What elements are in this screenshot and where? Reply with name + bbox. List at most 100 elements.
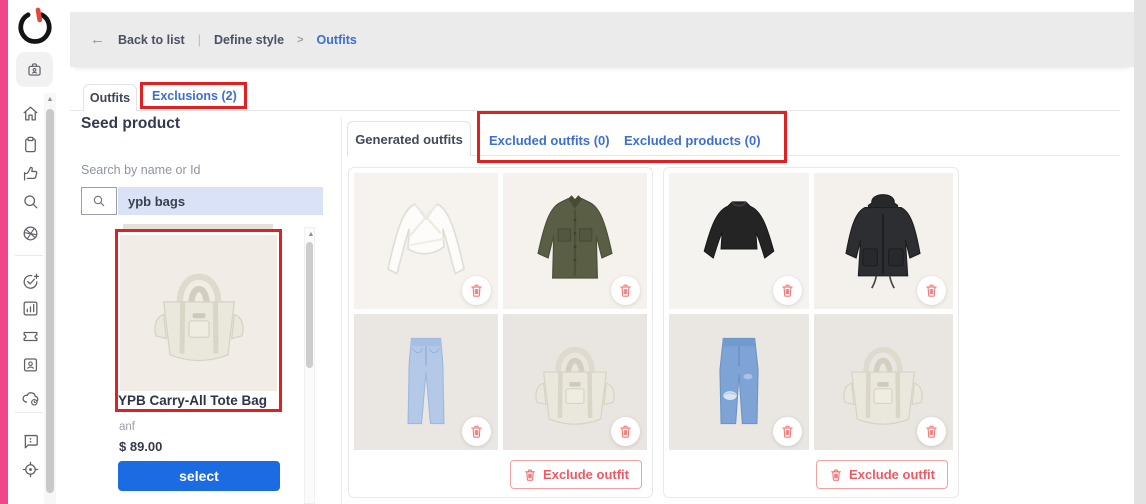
- seed-product-image[interactable]: [120, 235, 277, 391]
- trash-icon: [780, 424, 795, 439]
- search-icon: [21, 192, 40, 211]
- sidebar-item-reports[interactable]: [19, 297, 41, 319]
- breadcrumb: ← Back to list | Define style > Outfits: [90, 31, 357, 48]
- outfit-card: Exclude outfit: [348, 167, 653, 498]
- accent-strip: [0, 0, 8, 504]
- outfit-item-olive-shirt-jacket: [503, 173, 647, 309]
- remove-item-button[interactable]: [611, 276, 640, 305]
- sidebar-item-recommendations[interactable]: [19, 162, 41, 184]
- previous-list-item: [123, 224, 273, 232]
- outfit-items-grid: [669, 173, 953, 450]
- contact-card-icon: [21, 355, 40, 374]
- breadcrumb-back-link[interactable]: Back to list: [118, 33, 185, 47]
- chart-icon: [21, 299, 40, 318]
- trash-icon: [618, 283, 633, 298]
- seed-product-name: YPB Carry-All Tote Bag: [118, 393, 282, 408]
- olive-shirt-jacket-image: [519, 184, 631, 296]
- sidebar-item-home[interactable]: [19, 102, 41, 124]
- select-button[interactable]: select: [118, 461, 280, 491]
- sidebar-item-explore[interactable]: [19, 222, 41, 244]
- trash-icon: [469, 424, 484, 439]
- trash-icon: [924, 283, 939, 298]
- sidebar-item-search[interactable]: [19, 190, 41, 212]
- light-blue-jeans-image: [370, 325, 482, 437]
- outfit-item-cream-tote-bag: [814, 314, 954, 450]
- header-band: ← Back to list | Define style > Outfits: [70, 12, 1134, 67]
- remove-item-button[interactable]: [611, 417, 640, 446]
- page-margin: [1134, 0, 1146, 504]
- outfit-item-cream-tote-bag: [503, 314, 647, 450]
- scroll-up-icon[interactable]: ▲: [44, 95, 56, 105]
- outfit-item-black-crop-top: [669, 173, 809, 309]
- sidebar-item-tasks[interactable]: [19, 270, 41, 292]
- sidebar: ▲: [8, 0, 62, 504]
- back-arrow-icon[interactable]: ←: [90, 31, 105, 48]
- trash-icon: [469, 283, 484, 298]
- workspace-button[interactable]: [16, 52, 53, 87]
- seed-product-title: Seed product: [81, 115, 180, 133]
- trash-icon: [780, 283, 795, 298]
- exclude-outfit-label: Exclude outfit: [543, 467, 629, 482]
- trash-icon: [924, 424, 939, 439]
- sidebar-scrollbar[interactable]: ▲: [44, 93, 56, 504]
- outfit-items-grid: [354, 173, 647, 450]
- tab-exclusions[interactable]: Exclusions (2): [152, 89, 237, 103]
- search-button[interactable]: [81, 187, 117, 215]
- breadcrumb-divider: |: [198, 33, 201, 47]
- remove-item-button[interactable]: [462, 417, 491, 446]
- exclude-outfit-label: Exclude outfit: [849, 467, 935, 482]
- check-plus-icon: [21, 272, 40, 291]
- sidebar-scrollbar-thumb[interactable]: [46, 109, 54, 493]
- breadcrumb-define-style[interactable]: Define style: [214, 33, 284, 47]
- sidebar-item-feedback[interactable]: [19, 430, 41, 452]
- product-list-scrollbar[interactable]: ▲: [304, 227, 315, 504]
- sidebar-item-cloud[interactable]: [19, 387, 41, 409]
- breadcrumb-current: Outfits: [317, 33, 357, 47]
- outfit-item-light-blue-jeans: [354, 314, 498, 450]
- tab-excluded-outfits[interactable]: Excluded outfits (0): [489, 133, 610, 148]
- globe-icon: [21, 224, 40, 243]
- search-input[interactable]: [118, 187, 323, 215]
- trash-icon: [618, 424, 633, 439]
- outfit-item-ripped-blue-jeans: [669, 314, 809, 450]
- home-icon: [21, 104, 40, 123]
- remove-item-button[interactable]: [462, 276, 491, 305]
- exclude-outfit-button[interactable]: Exclude outfit: [510, 460, 642, 489]
- thumbs-up-icon: [21, 164, 40, 183]
- sidebar-item-contacts[interactable]: [19, 353, 41, 375]
- app-logo[interactable]: [16, 7, 54, 45]
- outfit-card: Exclude outfit: [663, 167, 959, 498]
- briefcase-person-icon: [25, 60, 44, 79]
- sidebar-item-clipboard[interactable]: [19, 133, 41, 155]
- chat-icon: [21, 432, 40, 451]
- tab-outfits[interactable]: Outfits: [83, 84, 137, 111]
- tab-excluded-products[interactable]: Excluded products (0): [624, 133, 761, 148]
- remove-item-button[interactable]: [773, 417, 802, 446]
- remove-item-button[interactable]: [917, 417, 946, 446]
- seed-product-price: $ 89.00: [119, 439, 162, 454]
- cloud-sync-icon: [21, 389, 40, 408]
- tab-generated-outfits[interactable]: Generated outfits: [347, 121, 471, 156]
- trash-icon: [523, 468, 537, 482]
- exclude-outfit-button[interactable]: Exclude outfit: [816, 460, 948, 489]
- white-wrap-top-image: [370, 184, 482, 296]
- ticket-icon: [21, 327, 40, 346]
- target-icon: [21, 460, 40, 479]
- chevron-right-icon: >: [297, 34, 303, 46]
- sidebar-divider: [15, 412, 43, 413]
- magnifier-icon: [91, 193, 107, 209]
- cream-tote-bag-image: [136, 249, 262, 375]
- remove-item-button[interactable]: [917, 276, 946, 305]
- outfit-item-black-hooded-jacket: [814, 173, 954, 309]
- sidebar-item-location[interactable]: [19, 458, 41, 480]
- scroll-up-icon[interactable]: ▲: [305, 230, 317, 240]
- trash-icon: [829, 468, 843, 482]
- sidebar-divider: [15, 255, 43, 256]
- power-icon: [16, 7, 54, 45]
- outfit-item-white-wrap-top: [354, 173, 498, 309]
- remove-item-button[interactable]: [773, 276, 802, 305]
- product-list-scrollbar-thumb[interactable]: [306, 242, 313, 368]
- search-label: Search by name or Id: [81, 163, 201, 177]
- sidebar-item-tickets[interactable]: [19, 325, 41, 347]
- cream-tote-bag-image: [519, 325, 631, 437]
